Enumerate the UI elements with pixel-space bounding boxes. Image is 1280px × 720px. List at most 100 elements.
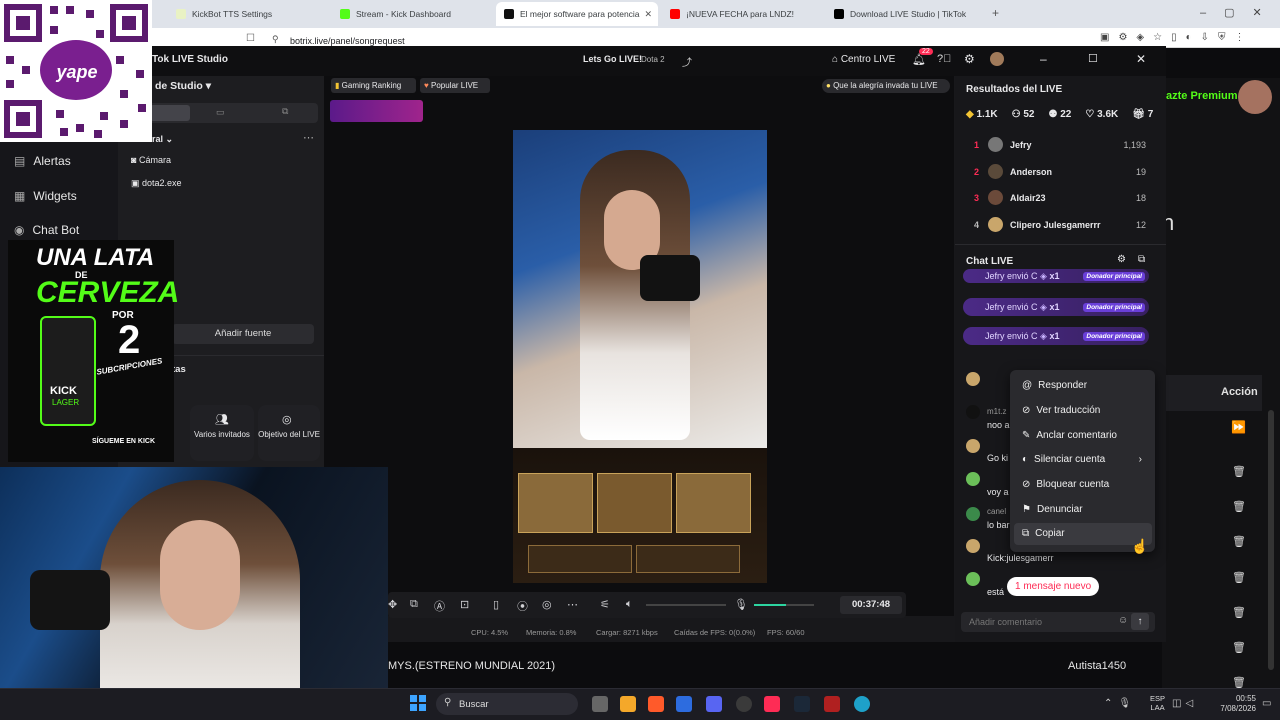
menu-block[interactable]: ⊘ Bloquear cuenta [1022, 479, 1109, 490]
nav-chatbot[interactable]: ◉ Chat Bot [14, 223, 79, 237]
more-options-icon[interactable]: ⋯ [567, 598, 578, 611]
skip-icon[interactable]: ⏩ [1231, 420, 1246, 434]
browser-tab[interactable]: Download LIVE Studio | TikTok [826, 2, 986, 26]
mixer-icon[interactable]: ⚟ [600, 598, 610, 611]
chat-settings-icon[interactable]: ⚙ [1117, 254, 1126, 265]
site-info-icon[interactable]: ⚲ [272, 34, 279, 45]
share-icon[interactable]: ⤴ [682, 54, 692, 69]
layout-dual-icon[interactable]: ⧉ [282, 106, 288, 117]
ranking-name[interactable]: Aldair23 [1010, 193, 1046, 203]
promo-banner[interactable] [330, 100, 423, 122]
menu-reply[interactable]: @ Responder [1022, 380, 1087, 391]
notification-center-icon[interactable]: ▭ [1262, 698, 1271, 709]
browser-tab-active[interactable]: El mejor software para potencia ✕ [496, 2, 658, 26]
volume-slider[interactable] [646, 604, 726, 606]
add-source-button[interactable]: Añadir fuente [172, 324, 314, 344]
phone-icon[interactable]: ▯ [493, 598, 499, 611]
maximize-button[interactable]: ☐ [1088, 52, 1098, 65]
tiktok-studio-icon[interactable] [764, 696, 780, 712]
promo-pill[interactable]: ● Que la alegría invada tu LIVE [822, 79, 950, 93]
menu-mute[interactable]: ◐ Silenciar cuenta › [1022, 454, 1142, 465]
gem-icon: ◈ [1040, 301, 1047, 312]
tab-gaming-ranking[interactable]: ▮ Gaming Ranking [331, 78, 416, 93]
avatar[interactable] [966, 507, 980, 521]
taskview-icon[interactable] [592, 696, 608, 712]
chat-username[interactable]: m1t.z [987, 407, 1007, 416]
new-message-pill[interactable]: 1 mensaje nuevo [1007, 577, 1100, 596]
avatar[interactable] [1238, 80, 1272, 114]
steam-icon[interactable] [794, 696, 810, 712]
crop-icon[interactable]: ⧉ [410, 598, 418, 611]
avatar[interactable] [966, 405, 980, 419]
profile-avatar[interactable] [990, 52, 1004, 66]
help-icon[interactable]: ?⃝ [937, 53, 951, 65]
gear-icon[interactable]: ⚙ [964, 52, 975, 66]
browser-tab[interactable]: ¡NUEVA FECHA para LNDZ! [662, 2, 822, 26]
avatar[interactable] [966, 472, 980, 486]
scrollbar[interactable] [1268, 410, 1274, 670]
language-indicator[interactable]: ESP LAA [1150, 694, 1165, 712]
speaker-icon[interactable]: 🔈︎ [626, 598, 633, 611]
ranking-value: 1,193 [1123, 140, 1146, 150]
delete-icons[interactable]: 🗑 🗑 🗑 🗑 🗑 🗑 🗑 [1232, 455, 1246, 701]
more-icon[interactable]: ⋯ [303, 131, 314, 144]
ranking-name[interactable]: Anderson [1010, 167, 1052, 177]
ranking-name[interactable]: Jefry [1010, 140, 1032, 150]
ranking-name[interactable]: Clipero Julesgamerrr [1010, 220, 1101, 230]
obs-icon[interactable] [736, 696, 752, 712]
nav-widgets[interactable]: ▦ Widgets [14, 189, 77, 203]
popout-icon[interactable]: ⧉ [1138, 254, 1145, 265]
window-controls[interactable]: –▢✕ [1200, 6, 1280, 19]
explorer-icon[interactable] [676, 696, 692, 712]
record-icon[interactable]: ⦿ [517, 598, 528, 614]
screenshot-icon[interactable]: ⊡ [460, 598, 469, 611]
avatar[interactable] [966, 539, 980, 553]
move-icon[interactable]: ✥ [388, 598, 397, 611]
close-tab-icon[interactable]: ✕ [644, 9, 652, 20]
edge-icon[interactable] [854, 696, 870, 712]
browser-tab[interactable]: Stream - Kick Dashboard [332, 2, 492, 26]
stream-title[interactable]: Lets Go LIVE! [583, 54, 642, 64]
menu-pin[interactable]: ✎ Anclar comentario [1022, 430, 1117, 441]
replay-icon[interactable]: ◎ [542, 598, 552, 611]
mic-icon[interactable]: 🎙︎ [734, 598, 748, 611]
avatar[interactable] [966, 439, 980, 453]
clock[interactable]: 00:55 7/08/2026 [1214, 694, 1256, 714]
scene-selector[interactable]: de Studio ▾ [155, 80, 211, 92]
tray-icons[interactable]: ⌃🎙︎ [1104, 698, 1137, 709]
emoji-icon[interactable]: ☺ [1118, 615, 1128, 626]
minimize-button[interactable]: – [1040, 52, 1047, 66]
avatar[interactable] [966, 572, 980, 586]
nav-alertas[interactable]: ▤ Alertas [14, 154, 71, 168]
extension-icons[interactable]: ▣⚙◈☆▯◐⇩⛨⋮ [1100, 32, 1254, 43]
tab-popular-live[interactable]: ♥ Popular LIVE [420, 78, 490, 93]
discord-icon[interactable] [706, 696, 722, 712]
premium-link[interactable]: azte Premium [1166, 90, 1238, 102]
avatar[interactable] [966, 372, 980, 386]
centro-live-button[interactable]: ⌂ Centro LIVE [832, 54, 895, 65]
chat-title: Chat LIVE [966, 256, 1014, 267]
source-camera[interactable]: ◙ Cámara [131, 155, 171, 165]
bookmark-star-icon[interactable]: ☐ [246, 33, 255, 44]
chat-username[interactable]: canel [987, 507, 1006, 516]
menu-translate[interactable]: ⊘ Ver traducción [1022, 405, 1100, 416]
windows-start-icon[interactable] [410, 695, 426, 711]
chat-message: Go ki [987, 453, 1009, 463]
menu-report[interactable]: ⚑ Denunciar [1022, 504, 1083, 515]
close-button[interactable]: ✕ [1136, 52, 1146, 66]
send-button[interactable]: ↑ [1131, 613, 1149, 630]
ai-icon[interactable]: Ⓐ [434, 598, 445, 614]
copilot-icon[interactable] [620, 696, 636, 712]
taskbar-search[interactable] [436, 693, 578, 715]
source-game[interactable]: ▣ dota2.exe [131, 178, 182, 189]
menu-copy[interactable]: ⧉ Copiar [1022, 528, 1065, 539]
brave-icon[interactable] [648, 696, 664, 712]
layout-portrait[interactable] [150, 105, 190, 121]
url-text[interactable]: botrix.live/panel/songrequest [290, 36, 405, 46]
network-volume-icons[interactable]: ◫◁ [1172, 698, 1197, 709]
browser-tab[interactable]: KickBot TTS Settings [168, 2, 328, 26]
general-section[interactable]: ral ⌄ [152, 134, 173, 145]
layout-landscape-icon[interactable]: ▭ [216, 107, 225, 118]
dota-icon[interactable] [824, 696, 840, 712]
new-tab-icon[interactable]: + [992, 6, 999, 20]
